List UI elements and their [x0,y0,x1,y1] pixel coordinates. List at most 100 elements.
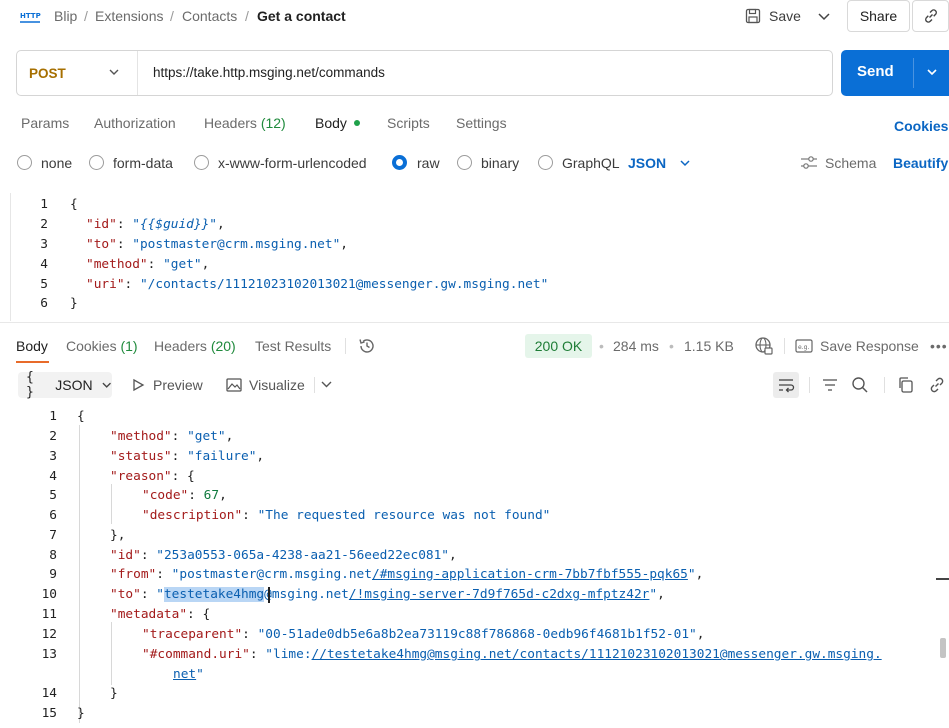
wrap-icon [779,379,795,393]
json-key: "metadata" [110,607,188,622]
line-number: 7 [49,528,57,543]
save-icon [745,8,761,24]
chevron-down-icon[interactable] [107,65,121,79]
code-line: { [70,197,78,212]
filter-icon[interactable] [821,377,839,393]
breadcrumb-item[interactable]: Blip [54,8,77,24]
search-icon[interactable] [851,376,869,394]
divider [314,377,315,393]
image-icon [226,378,242,392]
response-time[interactable]: 284 ms [613,338,659,354]
json-key: "method" [86,257,148,272]
radio-urlencoded[interactable] [194,155,209,170]
scroll-marker [936,578,949,580]
tab-body[interactable]: Body [315,115,347,131]
radio-raw-label[interactable]: raw [417,155,440,171]
radio-urlencoded-label[interactable]: x-www-form-urlencoded [218,155,367,171]
json-link[interactable]: /!msging-server-7d9f765d-c2dxg-mfptz42r [349,587,649,602]
json-value: "get" [163,257,202,272]
json-key: "id" [86,217,117,232]
response-tab-cookies-count: (1) [120,338,138,354]
line-number: 2 [40,217,48,232]
tab-scripts[interactable]: Scripts [387,115,430,131]
json-link[interactable]: /#msging-application-crm-7bb7fbf555-pqk6… [372,567,688,582]
json-key: "#command.uri" [142,647,250,662]
response-tab-test-results[interactable]: Test Results [255,338,331,354]
json-value: "00-51ade0db5e6a8b2ea73119c88f786868-0ed… [257,627,697,642]
json-link[interactable]: net [173,667,196,682]
line-number: 2 [49,429,57,444]
url-input[interactable]: https://take.http.msging.net/commands [153,65,385,80]
radio-none-label[interactable]: none [41,155,72,171]
body-format-select[interactable]: JSON [628,155,666,171]
radio-raw[interactable] [392,155,407,170]
page-title[interactable]: Get a contact [257,8,346,24]
network-globe-icon[interactable] [754,336,774,356]
tab-settings[interactable]: Settings [456,115,507,131]
radio-none[interactable] [17,155,32,170]
send-button[interactable]: Send [841,50,949,96]
radio-form-data[interactable] [89,155,104,170]
word-wrap-button[interactable] [773,372,799,398]
copy-link-button[interactable] [912,0,949,32]
chevron-down-icon[interactable] [678,156,692,170]
radio-form-data-label[interactable]: form-data [113,155,173,171]
preview-button[interactable]: Preview [153,377,203,393]
json-value: "postmaster@crm.msging.net" [132,237,341,252]
divider [913,58,914,88]
breadcrumb-item[interactable]: Extensions [95,8,163,24]
save-button[interactable]: Save [745,4,801,28]
history-icon[interactable] [358,337,376,355]
radio-graphql[interactable] [538,155,553,170]
response-tab-cookies[interactable]: Cookies (1) [66,338,138,354]
divider [784,338,785,354]
breadcrumb-separator: / [170,8,174,24]
radio-binary-label[interactable]: binary [481,155,519,171]
json-key: "to" [110,587,141,602]
divider [137,51,138,95]
breadcrumb-separator: / [245,8,249,24]
code-line: net" [173,667,204,682]
code-line: "metadata": { [110,607,211,622]
tab-headers[interactable]: Headers (12) [204,115,286,131]
line-number: 1 [40,197,48,212]
line-number: 5 [49,488,57,503]
response-tab-body[interactable]: Body [16,338,48,354]
response-format-select[interactable]: { } JSON [18,370,112,400]
more-options-icon[interactable]: ••• [930,338,948,354]
line-number: 9 [49,567,57,582]
beautify-button[interactable]: Beautify [893,155,948,171]
tab-params[interactable]: Params [21,115,69,131]
code-line: "description": "The requested resource w… [142,508,551,523]
cookies-link[interactable]: Cookies [894,118,948,134]
line-number: 13 [41,647,57,662]
response-tab-headers[interactable]: Headers (20) [154,338,236,354]
json-link[interactable]: //testetake4hmg@msging.net/contacts/1112… [312,647,882,662]
save-label: Save [769,8,801,24]
code-line: "reason": { [110,469,195,484]
response-size[interactable]: 1.15 KB [684,338,734,354]
method-select[interactable]: POST [29,66,66,81]
scrollbar-thumb[interactable] [940,638,946,658]
chevron-down-icon[interactable] [815,6,833,26]
schema-button[interactable]: Schema [825,155,876,171]
radio-binary[interactable] [457,155,472,170]
breadcrumb-item[interactable]: Contacts [182,8,237,24]
share-label: Share [859,8,898,24]
status-badge[interactable]: 200 OK [525,334,592,358]
radio-graphql-label[interactable]: GraphQL [562,155,620,171]
tab-authorization[interactable]: Authorization [94,115,176,131]
separator-dot: • [599,338,604,354]
request-bar: POST https://take.http.msging.net/comman… [16,50,833,96]
line-number: 5 [40,277,48,292]
json-key: "uri" [86,277,125,292]
link-icon[interactable] [928,376,946,394]
share-button[interactable]: Share [847,0,910,32]
chevron-down-icon[interactable] [925,64,939,80]
copy-icon[interactable] [897,376,915,394]
save-response-button[interactable]: Save Response [820,338,919,354]
visualize-button[interactable]: Visualize [249,377,305,393]
chevron-down-icon[interactable] [320,378,333,391]
divider [0,322,949,323]
code-line: "to": "testetake4hmg@msging.net/!msging-… [110,587,665,602]
